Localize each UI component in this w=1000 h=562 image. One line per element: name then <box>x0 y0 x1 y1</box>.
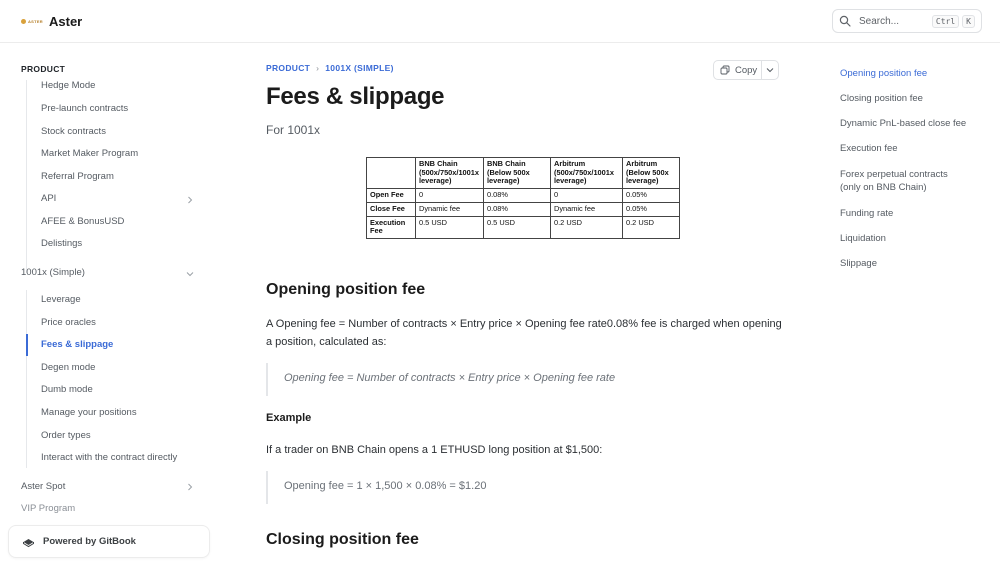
sidebar-item-dumb-mode[interactable]: Dumb mode <box>41 384 93 395</box>
aster-logo-icon: ASTER <box>21 15 43 29</box>
sidebar: PRODUCT Hedge Mode Pre-launch contracts … <box>0 44 210 562</box>
brand-logo[interactable]: ASTER Aster <box>21 14 82 29</box>
table-cell: 0.2 USD <box>622 215 680 240</box>
table-cell: Dynamic fee <box>550 201 623 217</box>
copy-icon <box>720 65 730 75</box>
heading-example: Example <box>266 412 312 424</box>
search-placeholder: Search... <box>859 15 900 27</box>
search-input[interactable]: Search... Ctrl K <box>832 9 982 33</box>
sidebar-item-fees-slippage[interactable]: Fees & slippage <box>41 339 113 350</box>
sidebar-item-market-maker[interactable]: Market Maker Program <box>41 148 138 159</box>
sidebar-active-indicator <box>26 334 28 356</box>
heading-closing-position-fee: Closing position fee <box>266 531 419 548</box>
table-row: Close Fee Dynamic fee 0.08% Dynamic fee … <box>366 201 680 217</box>
table-cell: Dynamic fee <box>415 201 484 217</box>
sidebar-tree-line-1001x <box>26 290 27 468</box>
table-cell: 0.05% <box>622 188 680 203</box>
toc-item-slippage[interactable]: Slippage <box>840 257 990 270</box>
table-header-cell: BNB Chain (Below 500x leverage) <box>483 156 551 190</box>
toc-item-liquidation[interactable]: Liquidation <box>840 232 990 245</box>
chevron-right-icon: › <box>316 63 320 73</box>
sidebar-item-hedge-mode[interactable]: Hedge Mode <box>41 80 95 91</box>
sidebar-item-price-oracles[interactable]: Price oracles <box>41 317 96 328</box>
toc-item-opening-fee[interactable]: Opening position fee <box>840 67 990 80</box>
chevron-right-icon[interactable] <box>186 483 194 491</box>
sidebar-item-referral[interactable]: Referral Program <box>41 171 114 182</box>
table-header-cell <box>366 156 416 190</box>
table-header-cell: Arbitrum (500x/750x/1001x leverage) <box>550 156 623 190</box>
gitbook-icon <box>23 539 34 548</box>
sidebar-item-interact-contract[interactable]: Interact with the contract directly <box>41 452 177 463</box>
sidebar-item-order-types[interactable]: Order types <box>41 430 91 441</box>
toc-item-closing-fee[interactable]: Closing position fee <box>840 92 990 105</box>
table-cell: 0.5 USD <box>483 215 551 240</box>
sidebar-item-afee[interactable]: AFEE & BonusUSD <box>41 216 124 227</box>
sidebar-item-stock-contracts[interactable]: Stock contracts <box>41 126 106 137</box>
search-icon <box>839 15 851 27</box>
top-header: ASTER Aster Search... Ctrl K <box>0 0 1000 43</box>
sidebar-item-leverage[interactable]: Leverage <box>41 294 81 305</box>
table-cell: 0.05% <box>622 201 680 217</box>
toc-item-execution-fee[interactable]: Execution fee <box>840 142 990 155</box>
fee-table: BNB Chain (500x/750x/1001x leverage) BNB… <box>366 156 680 240</box>
kbd-k: K <box>962 14 975 28</box>
sidebar-item-vip[interactable]: VIP Program <box>21 503 75 514</box>
page-subtitle: For 1001x <box>266 123 321 137</box>
sidebar-item-degen-mode[interactable]: Degen mode <box>41 362 95 373</box>
copy-page-button-group: Copy <box>713 60 779 80</box>
table-cell: Open Fee <box>366 188 416 203</box>
example-formula-block: Opening fee = 1 × 1,500 × 0.08% = $1.20 <box>266 471 786 504</box>
table-cell: 0 <box>415 188 484 203</box>
table-cell: 0.08% <box>483 201 551 217</box>
breadcrumb-product[interactable]: PRODUCT <box>266 63 310 73</box>
toc-item-funding-rate[interactable]: Funding rate <box>840 207 990 220</box>
opening-fee-formula-block: Opening fee = Number of contracts × Entr… <box>266 363 786 396</box>
sidebar-item-delistings[interactable]: Delistings <box>41 238 82 249</box>
powered-by-gitbook[interactable]: Powered by GitBook <box>8 525 210 558</box>
table-header-row: BNB Chain (500x/750x/1001x leverage) BNB… <box>366 156 680 190</box>
table-cell: Execution Fee <box>366 215 416 240</box>
brand-small-text: ASTER <box>27 19 43 24</box>
copy-button[interactable]: Copy <box>714 61 762 79</box>
toc-item-forex[interactable]: Forex perpetual contracts (only on BNB C… <box>840 168 965 194</box>
example-paragraph: If a trader on BNB Chain opens a 1 ETHUS… <box>266 444 603 456</box>
opening-fee-paragraph: A Opening fee = Number of contracts × En… <box>266 318 782 348</box>
table-row: Execution Fee 0.5 USD 0.5 USD 0.2 USD 0.… <box>366 215 680 240</box>
gitbook-label: Powered by GitBook <box>43 536 136 547</box>
brand-name: Aster <box>49 14 83 29</box>
table-cell: Close Fee <box>366 201 416 217</box>
table-cell: 0.5 USD <box>415 215 484 240</box>
table-cell: 0.2 USD <box>550 215 623 240</box>
table-row: Open Fee 0 0.08% 0 0.05% <box>366 188 680 203</box>
kbd-ctrl: Ctrl <box>931 14 960 28</box>
table-header-cell: BNB Chain (500x/750x/1001x leverage) <box>415 156 484 190</box>
copy-label: Copy <box>735 64 758 76</box>
chevron-down-icon <box>766 68 774 73</box>
table-header-cell: Arbitrum (Below 500x leverage) <box>622 156 680 190</box>
chevron-right-icon[interactable] <box>186 196 194 204</box>
sidebar-tree-line <box>26 80 27 273</box>
page-title: Fees & slippage <box>266 83 445 110</box>
breadcrumb-1001x[interactable]: 1001X (SIMPLE) <box>325 63 393 73</box>
sidebar-item-aster-spot[interactable]: Aster Spot <box>21 481 65 492</box>
sidebar-group-1001x[interactable]: 1001x (Simple) <box>21 267 85 278</box>
sidebar-item-manage-positions[interactable]: Manage your positions <box>41 407 137 418</box>
toc-item-dynamic-close-fee[interactable]: Dynamic PnL-based close fee <box>840 117 990 130</box>
sidebar-item-pre-launch[interactable]: Pre-launch contracts <box>41 103 128 114</box>
example-formula: Opening fee = 1 × 1,500 × 0.08% = $1.20 <box>284 480 487 492</box>
table-cell: 0 <box>550 188 623 203</box>
sidebar-item-api[interactable]: API <box>41 193 56 204</box>
heading-opening-position-fee: Opening position fee <box>266 281 426 298</box>
opening-fee-formula: Opening fee = Number of contracts × Entr… <box>284 372 616 384</box>
chevron-down-icon[interactable] <box>186 270 194 278</box>
table-cell: 0.08% <box>483 188 551 203</box>
copy-dropdown-button[interactable] <box>762 66 778 74</box>
breadcrumb: PRODUCT › 1001X (SIMPLE) <box>266 63 394 73</box>
sidebar-section-product: PRODUCT <box>21 64 66 74</box>
